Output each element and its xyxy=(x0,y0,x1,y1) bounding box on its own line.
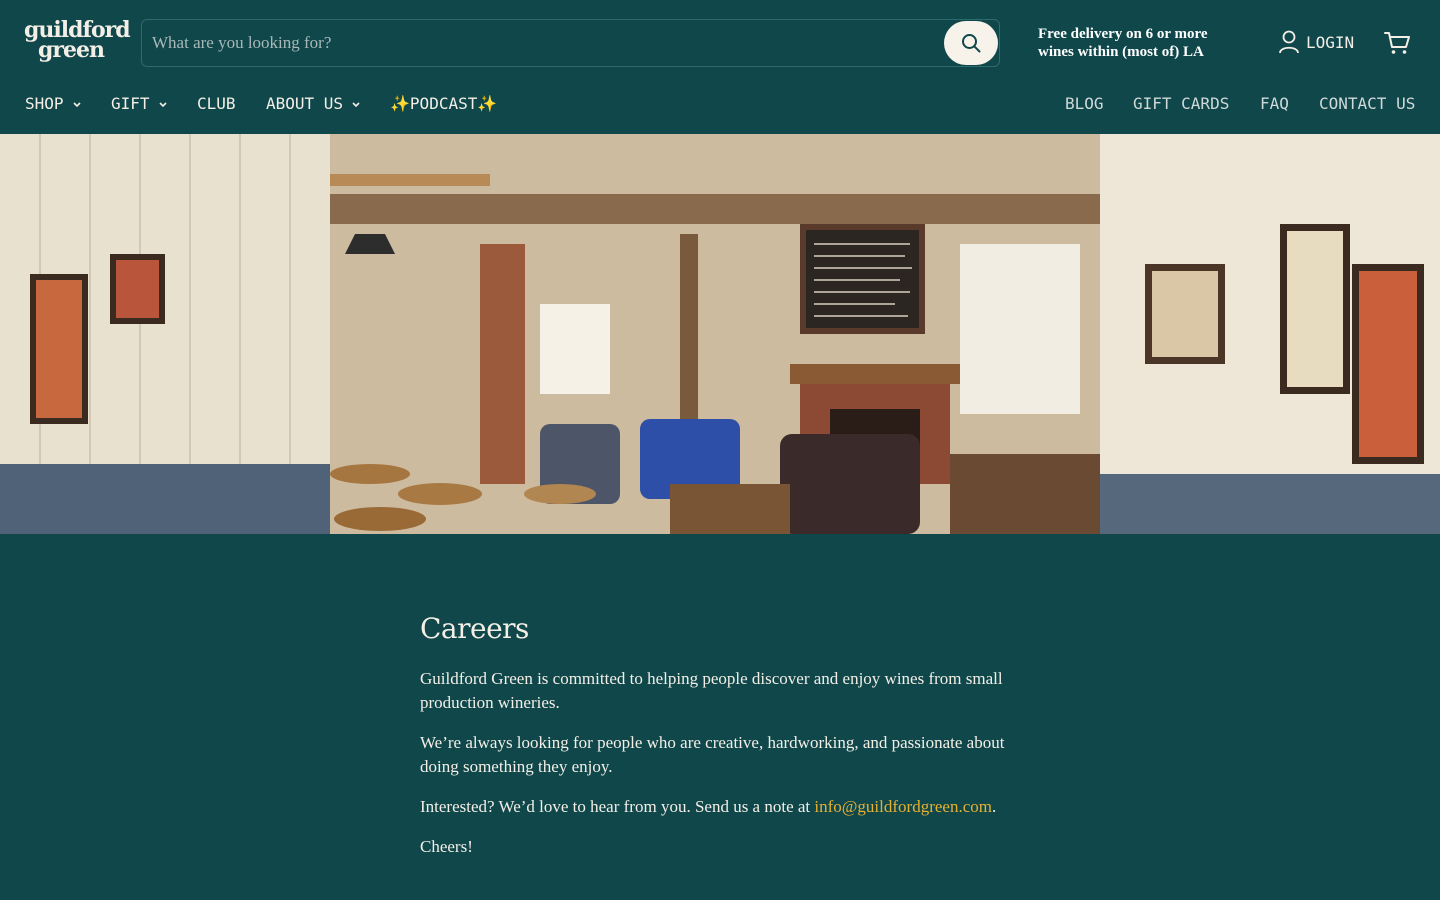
nav-item-gift-cards[interactable]: GIFT CARDS xyxy=(1133,94,1229,113)
nav-item-podcast[interactable]: ✨PODCAST✨ xyxy=(390,94,497,113)
nav-item-blog[interactable]: BLOG xyxy=(1065,94,1104,113)
signoff: Cheers! xyxy=(420,837,473,856)
nav-label: CLUB xyxy=(197,94,236,113)
hero-image xyxy=(0,134,1440,534)
delivery-promo: Free delivery on 6 or more wines within … xyxy=(1038,25,1238,61)
nav-item-about-us[interactable]: ABOUT US xyxy=(266,94,361,113)
nav-label: FAQ xyxy=(1260,94,1289,113)
paragraph-3-text: Interested? We’d love to hear from you. … xyxy=(420,797,815,816)
search-button[interactable] xyxy=(944,21,998,65)
user-icon xyxy=(1279,30,1299,54)
chevron-down-icon xyxy=(158,101,167,107)
nav-item-shop[interactable]: SHOP xyxy=(25,94,82,113)
site-header: guildford green Free delivery on 6 or mo… xyxy=(0,0,1440,134)
careers-paragraph-3: Interested? We’d love to hear from you. … xyxy=(420,795,1030,819)
nav-item-contact-us[interactable]: CONTACT US xyxy=(1319,94,1415,113)
careers-section: Careers Guildford Green is committed to … xyxy=(420,612,1030,875)
promo-line-2: wines within (most of) LA xyxy=(1038,44,1204,60)
page-title: Careers xyxy=(420,612,529,645)
careers-paragraph-2: We’re always looking for people who are … xyxy=(420,733,1005,776)
cart-button[interactable] xyxy=(1383,29,1411,57)
search-bar xyxy=(141,19,1000,67)
logo[interactable]: guildford green xyxy=(24,19,131,66)
nav-label: ✨PODCAST✨ xyxy=(390,94,498,113)
careers-paragraph-1: Guildford Green is committed to helping … xyxy=(420,669,1003,712)
nav-item-faq[interactable]: FAQ xyxy=(1260,94,1289,113)
chevron-down-icon xyxy=(352,101,360,107)
cart-icon xyxy=(1384,32,1410,54)
nav-item-gift[interactable]: GIFT xyxy=(111,94,168,113)
nav-label: BLOG xyxy=(1065,94,1104,113)
nav-label: GIFT xyxy=(111,94,150,113)
main-navigation: SHOP GIFT CLUB ABOUT US ✨PODCAST✨ BLOG G… xyxy=(0,90,1440,120)
search-input[interactable] xyxy=(152,20,942,66)
nav-label: SHOP xyxy=(25,94,64,113)
promo-line-1: Free delivery on 6 or more xyxy=(1038,26,1208,42)
nav-label: ABOUT US xyxy=(266,94,344,113)
logo-line-2: green xyxy=(38,37,105,63)
nav-item-club[interactable]: CLUB xyxy=(197,94,236,113)
nav-label: GIFT CARDS xyxy=(1133,94,1230,113)
nav-label: CONTACT US xyxy=(1319,94,1416,113)
login-link[interactable]: LOGIN xyxy=(1278,29,1354,55)
search-icon xyxy=(962,34,981,53)
login-label: LOGIN xyxy=(1306,32,1355,52)
chevron-down-icon xyxy=(72,101,81,107)
hero-illustration xyxy=(0,134,1440,534)
paragraph-3-suffix: . xyxy=(991,797,997,816)
email-link[interactable]: info@guildfordgreen.com xyxy=(814,797,992,816)
